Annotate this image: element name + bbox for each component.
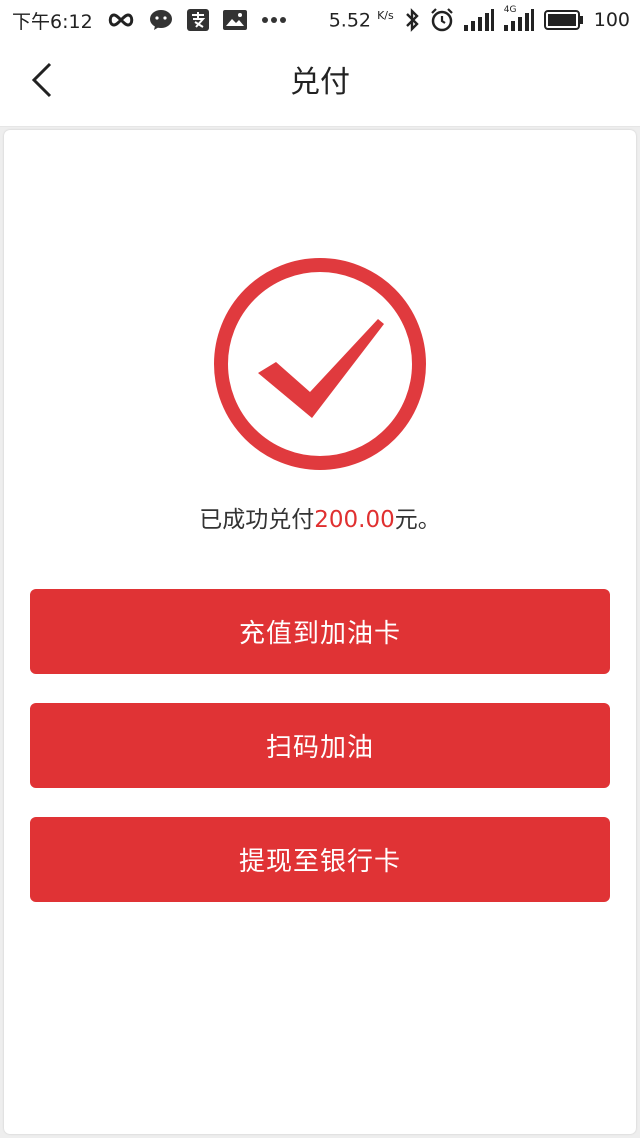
nav-bar: 兑付 (0, 40, 640, 127)
alipay-icon (186, 9, 209, 31)
status-bar-right: 5.52 K/s 4G 100 (329, 5, 630, 32)
speed-value: 5.52 (328, 9, 372, 32)
network-speed: 5.52 K/s (329, 9, 394, 31)
status-bar: 下午6:12 5.52 K/s 4G 100 (0, 0, 640, 40)
battery-level: 100 (593, 9, 630, 31)
check-circle-icon (212, 256, 428, 472)
result-message: 已成功兑付200.00元。 (0, 500, 640, 534)
result-suffix: 元。 (394, 507, 441, 533)
image-icon (222, 10, 247, 30)
network-type-label: 4G (503, 5, 517, 15)
status-bar-left: 下午6:12 (12, 7, 287, 34)
page-title: 兑付 (290, 65, 350, 100)
recharge-fuel-card-button[interactable]: 充值到加油卡 (30, 589, 610, 674)
result-prefix: 已成功兑付 (199, 507, 315, 533)
result-amount: 200.00 (314, 507, 395, 533)
signal-icon (463, 9, 494, 31)
battery-icon (543, 10, 584, 30)
wechat-icon (149, 9, 173, 31)
signal-4g-icon: 4G (503, 5, 534, 31)
bluetooth-icon (404, 8, 420, 32)
speed-unit: K/s (377, 8, 394, 22)
more-dots-icon (261, 16, 287, 24)
alarm-icon (430, 8, 454, 32)
scan-to-refuel-button[interactable]: 扫码加油 (30, 703, 610, 788)
withdraw-to-bank-card-button[interactable]: 提现至银行卡 (30, 817, 610, 902)
infinity-icon (107, 12, 135, 28)
status-time: 下午6:12 (12, 10, 93, 33)
